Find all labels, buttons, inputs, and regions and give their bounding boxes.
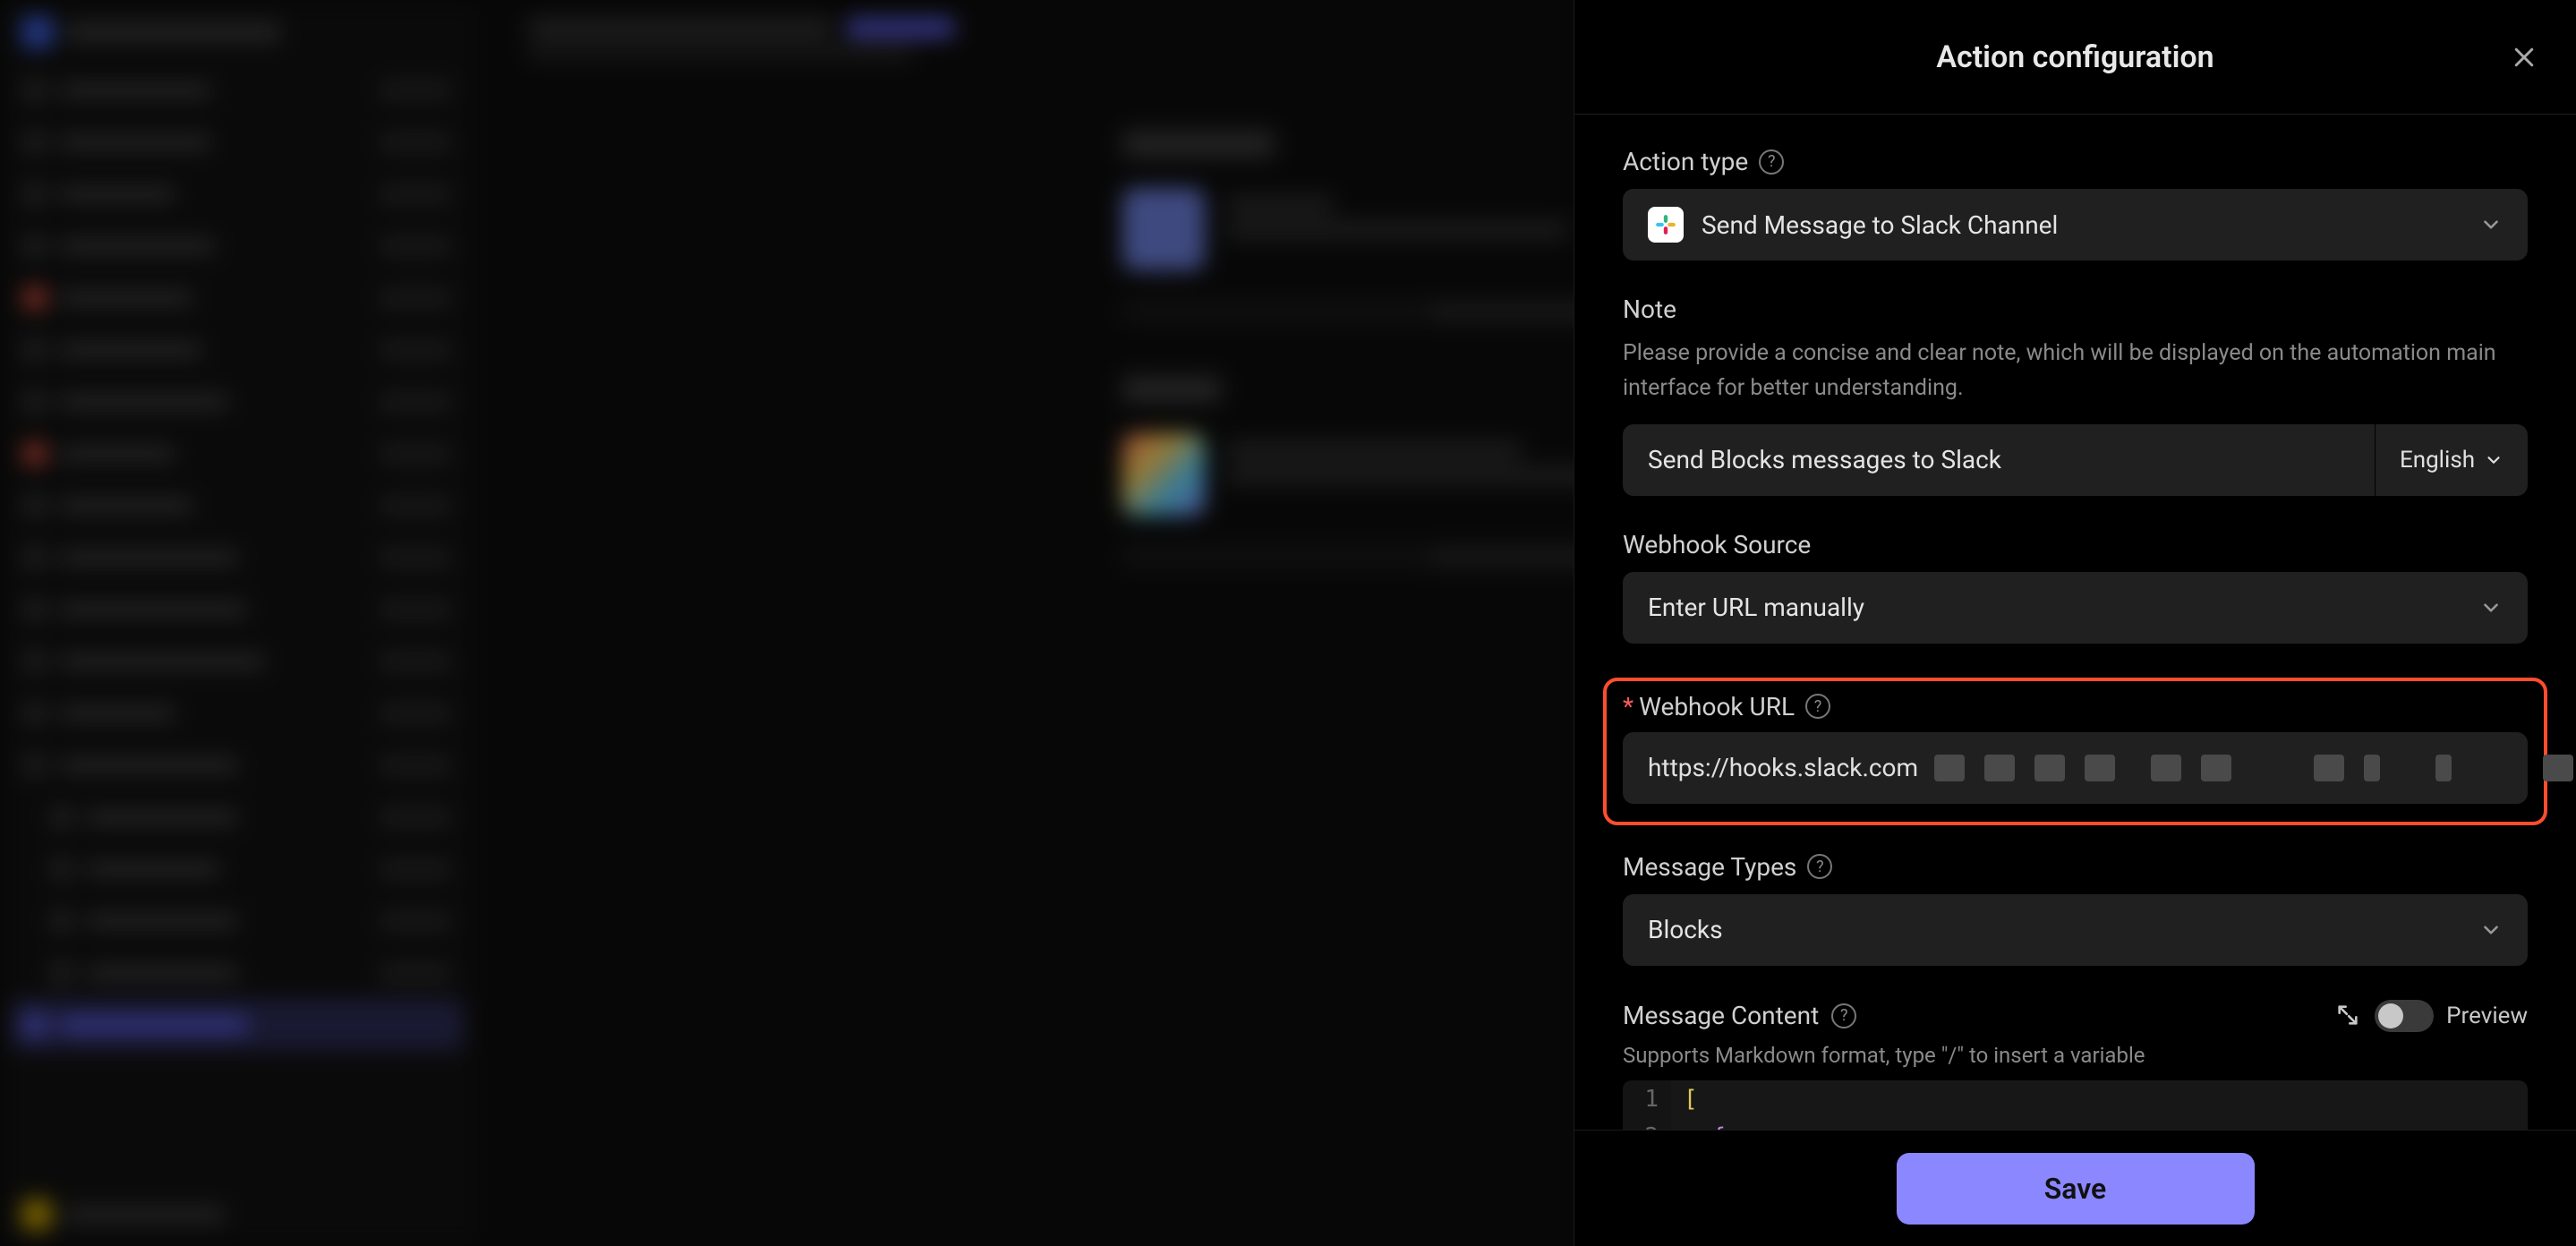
message-content-group: Message Content ? Preview Supports Markd… (1623, 1000, 2528, 1131)
message-types-label: Message Types (1623, 852, 1796, 882)
webhook-source-group: Webhook Source Enter URL manually (1623, 530, 2528, 644)
chevron-down-icon (2484, 450, 2503, 470)
required-marker: * (1623, 692, 1633, 721)
action-type-group: Action type ? Send Message to Slack Chan… (1623, 147, 2528, 260)
note-language-select[interactable]: English (2376, 424, 2528, 496)
note-label: Note (1623, 294, 1676, 324)
action-type-value: Send Message to Slack Channel (1702, 210, 2058, 240)
note-description: Please provide a concise and clear note,… (1623, 337, 2528, 406)
message-content-hint: Supports Markdown format, type "/" to in… (1623, 1043, 2528, 1068)
preview-label: Preview (2446, 1003, 2528, 1029)
webhook-url-highlight: * Webhook URL ? https://hooks.slack.com (1603, 678, 2547, 825)
webhook-url-masked (1934, 755, 2573, 781)
slack-icon (1648, 207, 1684, 243)
webhook-source-label: Webhook Source (1623, 530, 1811, 559)
preview-toggle[interactable] (2375, 1000, 2434, 1032)
help-icon[interactable]: ? (1807, 854, 1832, 879)
webhook-url-input[interactable]: https://hooks.slack.com (1623, 732, 2528, 804)
action-type-label: Action type (1623, 147, 1748, 176)
panel-footer: Save (1574, 1130, 2576, 1246)
webhook-source-select[interactable]: Enter URL manually (1623, 572, 2528, 644)
message-types-value: Blocks (1648, 915, 1723, 944)
chevron-down-icon (2479, 596, 2503, 619)
message-content-editor[interactable]: 1[ 2 { 3 "text": { (1623, 1080, 2528, 1131)
panel-title: Action configuration (1936, 39, 2213, 75)
webhook-url-value: https://hooks.slack.com (1648, 753, 1918, 782)
expand-button[interactable] (2335, 1003, 2362, 1029)
note-input[interactable]: Send Blocks messages to Slack (1623, 424, 2376, 496)
line-number: 2 (1623, 1118, 1671, 1131)
panel-header: Action configuration (1574, 0, 2576, 115)
save-button[interactable]: Save (1897, 1153, 2255, 1225)
action-type-select[interactable]: Send Message to Slack Channel (1623, 189, 2528, 260)
message-content-label: Message Content (1623, 1001, 1819, 1030)
close-button[interactable] (2508, 41, 2540, 73)
close-icon (2511, 44, 2538, 71)
help-icon[interactable]: ? (1805, 694, 1830, 719)
message-types-group: Message Types ? Blocks (1623, 852, 2528, 966)
note-group: Note Please provide a concise and clear … (1623, 294, 2528, 496)
expand-icon (2335, 1003, 2360, 1028)
chevron-down-icon (2479, 918, 2503, 942)
action-config-panel: Action configuration Action type ? Send … (1574, 0, 2576, 1246)
message-types-select[interactable]: Blocks (1623, 894, 2528, 966)
webhook-url-label: Webhook URL (1639, 692, 1795, 721)
help-icon[interactable]: ? (1831, 1003, 1856, 1028)
chevron-down-icon (2479, 213, 2503, 236)
help-icon[interactable]: ? (1759, 149, 1784, 175)
webhook-source-value: Enter URL manually (1648, 593, 1864, 622)
line-number: 1 (1623, 1080, 1671, 1118)
